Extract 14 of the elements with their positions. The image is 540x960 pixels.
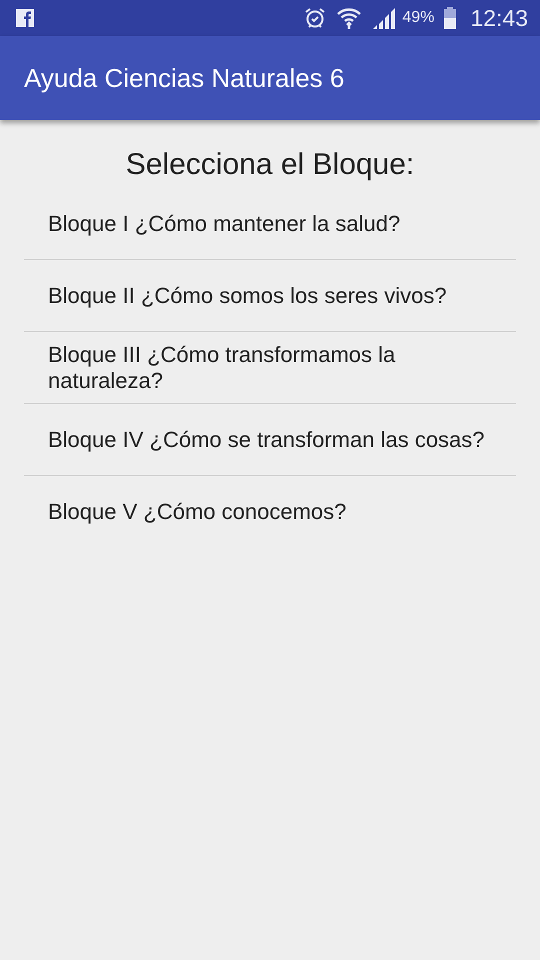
battery-percent: 49%	[402, 9, 434, 27]
list-item[interactable]: Bloque III ¿Cómo transformamos la naturaleza?	[24, 332, 516, 404]
battery-icon	[444, 7, 456, 29]
list-item[interactable]: Bloque I ¿Cómo mantener la salud?	[24, 188, 516, 260]
list-item[interactable]: Bloque V ¿Cómo conocemos?	[24, 476, 516, 548]
list-item[interactable]: Bloque IV ¿Cómo se transforman las cosas?	[24, 404, 516, 476]
app-notification-icon	[16, 9, 34, 27]
signal-icon	[372, 6, 396, 30]
list-item[interactable]: Bloque II ¿Cómo somos los seres vivos?	[24, 260, 516, 332]
wifi-icon	[336, 6, 362, 30]
alarm-icon	[304, 7, 326, 29]
heading: Selecciona el Bloque:	[124, 148, 416, 182]
app-title: Ayuda Ciencias Naturales 6	[24, 62, 344, 94]
clock: 12:43	[470, 4, 528, 32]
